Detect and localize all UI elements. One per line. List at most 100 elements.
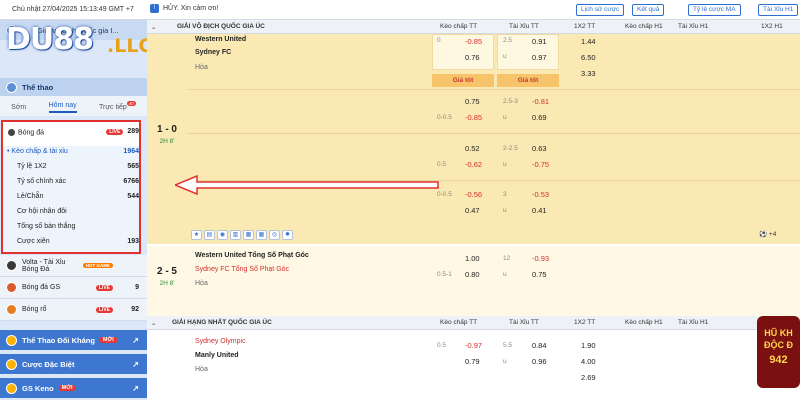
- sports-title: Thể thao: [22, 82, 54, 92]
- ou-odd[interactable]: 0.41: [532, 206, 547, 215]
- chart-icon[interactable]: ▥: [230, 230, 241, 240]
- soccer-label: Bóng đá: [17, 129, 45, 137]
- handicap-odd[interactable]: 0.79: [465, 357, 480, 366]
- submenu-count: 565: [127, 163, 139, 170]
- ou-odd[interactable]: -0.75: [532, 160, 549, 169]
- match-period: 2H 8': [159, 138, 175, 145]
- handicap-odd[interactable]: 1.00: [465, 254, 480, 263]
- grid-icon[interactable]: ▦: [243, 230, 254, 240]
- divider: [187, 89, 800, 90]
- odds-cell[interactable]: [432, 34, 494, 70]
- league-header-1[interactable]: ⌄ GIẢI VÔ ĐỊCH QUỐC GIA ÚC Kèo chấp TT T…: [147, 20, 800, 34]
- sidebar-item-label: Thể Thao Đối Kháng: [22, 335, 95, 345]
- sidebar-item-gs-soccer[interactable]: Bóng đá GS LIVE 9: [0, 277, 147, 299]
- handicap-odd[interactable]: 0.76: [465, 53, 480, 62]
- sports-icon: [6, 81, 17, 93]
- ou-odd[interactable]: 0.96: [532, 357, 547, 366]
- best-price-badge: Giá tốt: [497, 74, 559, 87]
- 1x2-odd[interactable]: 4.00: [581, 357, 596, 366]
- notice-icon: !: [150, 4, 159, 13]
- collapse-icon[interactable]: ⌄: [151, 319, 156, 327]
- ou-odd[interactable]: 0.63: [532, 144, 547, 153]
- new-badge: MỚI: [58, 385, 76, 391]
- sidebar-item-combat-sports[interactable]: Thể Thao Đối Kháng MỚI ↗: [0, 330, 147, 350]
- league-header-2[interactable]: ⌄ GIẢI HẠNG NHẤT QUỐC GIA ÚC Kèo chấp TT…: [147, 316, 800, 330]
- new-badge: MỚI: [99, 337, 117, 343]
- handicap-odd[interactable]: -0.56: [465, 190, 482, 199]
- 1x2-odd[interactable]: 2.69: [581, 373, 596, 382]
- more-markets-button[interactable]: ⚽ +4: [759, 230, 776, 238]
- sidebar-item-volta[interactable]: Volta - Tài Xỉu Bóng Đá HOT GAME: [0, 255, 147, 277]
- jackpot-promo-widget[interactable]: HŨ KH ĐỘC Đ 942: [757, 316, 800, 388]
- sidebar-item-basketball[interactable]: Bóng rổ LIVE 92: [0, 299, 147, 321]
- home-team: Sydney Olympic: [195, 338, 246, 345]
- handicap-line: 0.5-1: [437, 271, 452, 278]
- sidebar-item-special-bets[interactable]: Cược Đặc Biệt ↗: [0, 354, 147, 374]
- target-icon[interactable]: ◎: [269, 230, 280, 240]
- ou-line: 2-2.5: [503, 145, 518, 152]
- odds-type-dropdown[interactable]: Tỷ lệ cược MA: [688, 4, 741, 16]
- ou-odd[interactable]: 0.91: [532, 37, 547, 46]
- submenu-double-chance[interactable]: Cơ hội nhân đôi: [7, 208, 139, 215]
- hot-game-badge: HOT GAME: [82, 263, 113, 268]
- handicap-odd[interactable]: 0.52: [465, 144, 480, 153]
- tab-early[interactable]: Sớm: [11, 104, 26, 111]
- ou-odd[interactable]: 0.75: [532, 270, 547, 279]
- submenu-parlay[interactable]: Cược xiên 193: [7, 238, 139, 245]
- sports-header[interactable]: Thể thao: [0, 78, 147, 96]
- submenu-odd-even[interactable]: Lẻ/Chẵn 544: [7, 193, 139, 200]
- handicap-line: 0-0.5: [437, 114, 452, 121]
- ou-line: u: [503, 271, 507, 278]
- star-icon[interactable]: ★: [191, 230, 202, 240]
- submenu-count: 193: [127, 238, 139, 245]
- ou-odd[interactable]: -0.53: [532, 190, 549, 199]
- live-badge: LIVE: [95, 284, 113, 291]
- ou-odd[interactable]: 0.97: [532, 53, 547, 62]
- live-badge: LIVE: [95, 306, 113, 313]
- bet-history-button[interactable]: Lịch sử cược: [576, 4, 625, 16]
- handicap-odd[interactable]: 0.47: [465, 206, 480, 215]
- ou-odd[interactable]: -0.81: [532, 97, 549, 106]
- 1x2-odd[interactable]: 1.90: [581, 341, 596, 350]
- stats-icon[interactable]: ▤: [204, 230, 215, 240]
- submenu-total-goals[interactable]: Tổng số bàn thắng: [7, 223, 139, 230]
- ou-line: 2.5: [503, 37, 513, 44]
- handicap-odd[interactable]: 0.80: [465, 270, 480, 279]
- match-period: 2H 8': [159, 280, 175, 287]
- submenu-handicap-ou[interactable]: • Kèo chấp & tài xỉu 1964: [7, 148, 139, 155]
- match-row: Sydney Olympic Manly United Hòa 0.5 -0.9…: [147, 332, 800, 400]
- handicap-odd[interactable]: -0.85: [465, 37, 482, 46]
- ou-line: 2.5-3: [503, 98, 518, 105]
- tab-today[interactable]: Hôm nay: [48, 102, 77, 113]
- tab-live-wrap[interactable]: Trực tiếp40: [99, 100, 136, 111]
- 1x2-odd[interactable]: 6.50: [581, 53, 596, 62]
- ou-h1-button[interactable]: Tài Xỉu H1: [758, 4, 799, 16]
- ou-odd[interactable]: 0.84: [532, 341, 547, 350]
- handicap-odd[interactable]: 0.75: [465, 97, 480, 106]
- view-icon[interactable]: ◉: [217, 230, 228, 240]
- handicap-odd[interactable]: -0.62: [465, 160, 482, 169]
- col-header: Kèo chấp TT: [440, 23, 478, 30]
- submenu-count: 1964: [123, 148, 139, 155]
- ou-odd[interactable]: 0.69: [532, 113, 547, 122]
- handicap-odd[interactable]: -0.85: [465, 113, 482, 122]
- sidebar-item-gs-keno[interactable]: GS Keno MỚI ↗: [0, 378, 147, 398]
- 1x2-odd[interactable]: 3.33: [581, 69, 596, 78]
- brand-logo: DU88: [6, 22, 94, 57]
- fire-icon[interactable]: ✹: [282, 230, 293, 240]
- sidebar-item-count: 9: [135, 284, 139, 291]
- handicap-odd[interactable]: -0.97: [465, 341, 482, 350]
- soccer-item[interactable]: Bóng đá LIVE 289: [7, 128, 139, 137]
- home-team: Western United Tổng Số Phạt Góc: [195, 252, 309, 259]
- table-icon[interactable]: ▦: [256, 230, 267, 240]
- submenu-1x2[interactable]: Tỷ lệ 1X2 565: [7, 163, 139, 170]
- collapse-icon[interactable]: ⌄: [151, 23, 156, 31]
- ou-odd[interactable]: -0.93: [532, 254, 549, 263]
- tab-live: Trực tiếp: [99, 103, 127, 111]
- away-team: Manly United: [195, 352, 239, 359]
- sidebar-item-label: Bóng đá GS: [22, 284, 61, 291]
- ou-line: u: [503, 161, 507, 168]
- submenu-correct-score[interactable]: Tỷ số chính xác 6766: [7, 178, 139, 185]
- results-button[interactable]: Kết quả: [632, 4, 665, 16]
- 1x2-odd[interactable]: 1.44: [581, 37, 596, 46]
